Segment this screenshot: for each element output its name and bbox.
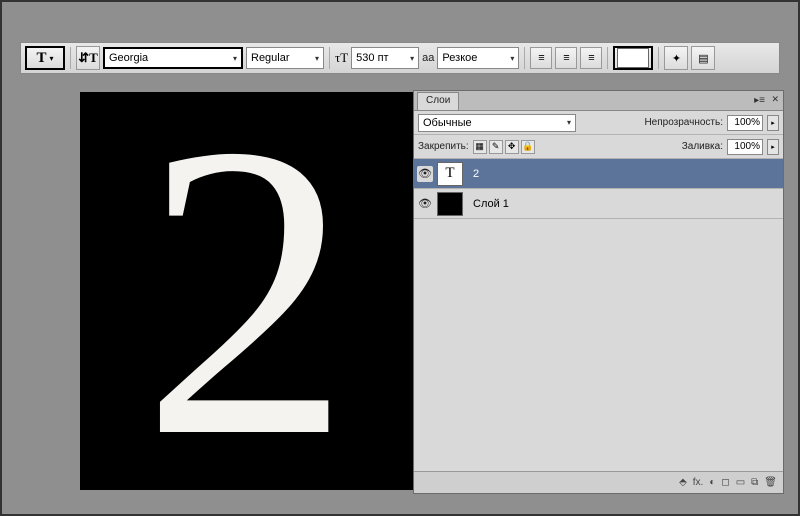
lock-pixels-icon[interactable]: ▦ [473,140,487,154]
separator [70,47,71,69]
character-panel-button[interactable]: ▤ [691,46,715,70]
font-style-value: Regular [251,52,290,64]
mask-icon[interactable]: ◐ [709,477,715,488]
orientation-icon: ⇵T [78,50,98,66]
layer-name: Слой 1 [467,198,509,210]
lock-brush-icon[interactable]: ✎ [489,140,503,154]
adjustment-icon[interactable]: ◻ [721,477,729,488]
blend-mode-value: Обычные [423,117,472,129]
options-toolbar: T ▾ ⇵T Georgia ▾ Regular ▾ τT 530 пт ▾ a… [20,42,780,74]
antialias-dropdown[interactable]: Резкое ▾ [437,47,519,69]
align-center-icon: ≡ [563,52,569,64]
chevron-down-icon: ▾ [567,118,571,127]
fx-icon[interactable]: fx. [693,477,704,488]
separator [607,47,608,69]
blend-mode-dropdown[interactable]: Обычные ▾ [418,114,576,132]
lock-all-icon[interactable]: 🔒 [521,140,535,154]
antialias-label: aa [422,52,434,64]
text-tool-icon: T [36,50,46,67]
warp-text-button[interactable]: ✦ [664,46,688,70]
layers-panel-footer: ⬘ fx. ◐ ◻ ▭ ⧉ 🗑 [414,471,783,493]
fill-input[interactable] [727,139,763,155]
lock-label: Закрепить: [418,141,469,152]
layer-name: 2 [467,168,479,180]
opacity-input[interactable] [727,115,763,131]
delete-layer-icon[interactable]: 🗑 [764,477,777,488]
blend-opacity-row: Обычные ▾ Непрозрачность: ▸ [414,111,783,135]
separator [524,47,525,69]
panel-close-icon[interactable]: ✕ [771,94,779,105]
fill-flyout-button[interactable]: ▸ [767,139,779,155]
align-left-button[interactable]: ≡ [530,47,552,69]
font-size-dropdown[interactable]: 530 пт ▾ [351,47,419,69]
text-tool-button[interactable]: T ▾ [25,46,65,70]
align-right-button[interactable]: ≡ [580,47,602,69]
layer-row[interactable]: 👁 Слой 1 [414,189,783,219]
layer-thumbnail-text: T [437,162,463,186]
separator [658,47,659,69]
warp-icon: ✦ [672,52,681,65]
font-family-value: Georgia [109,52,148,64]
visibility-toggle[interactable]: 👁 [417,196,433,212]
fill-label: Заливка: [682,141,723,152]
font-style-dropdown[interactable]: Regular ▾ [246,47,324,69]
font-size-value: 530 пт [356,52,388,64]
color-swatch [617,48,649,68]
size-icon: τT [335,50,348,66]
text-color-button[interactable] [613,46,653,70]
opacity-flyout-button[interactable]: ▸ [767,115,779,131]
chevron-down-icon: ▾ [233,54,237,63]
canvas-text-glyph: 2 [142,92,352,490]
layers-list: 👁 T 2 👁 Слой 1 [414,159,783,471]
antialias-value: Резкое [442,52,477,64]
orientation-button[interactable]: ⇵T [76,46,100,70]
visibility-toggle[interactable]: 👁 [417,166,433,182]
chevron-down-icon: ▾ [315,54,319,63]
dropdown-arrow-icon: ▾ [50,54,54,63]
panel-tabbar: Слои ▸≡ ✕ [414,91,783,111]
new-layer-icon[interactable]: ⧉ [751,477,758,488]
layer-row[interactable]: 👁 T 2 [414,159,783,189]
panel-icon: ▤ [698,52,708,65]
group-icon[interactable]: ▭ [736,477,745,488]
font-family-dropdown[interactable]: Georgia ▾ [103,47,243,69]
document-canvas[interactable]: 2 [80,92,413,490]
align-right-icon: ≡ [588,52,594,64]
panel-menu-icon[interactable]: ▸≡ [754,95,765,106]
layers-panel: Слои ▸≡ ✕ Обычные ▾ Непрозрачность: ▸ За… [413,90,784,494]
layer-thumbnail-raster [437,192,463,216]
align-center-button[interactable]: ≡ [555,47,577,69]
align-left-icon: ≡ [538,52,544,64]
link-layers-icon[interactable]: ⬘ [679,477,687,488]
separator [329,47,330,69]
chevron-down-icon: ▾ [510,54,514,63]
lock-move-icon[interactable]: ✥ [505,140,519,154]
lock-fill-row: Закрепить: ▦ ✎ ✥ 🔒 Заливка: ▸ [414,135,783,159]
chevron-down-icon: ▾ [410,54,414,63]
layers-tab[interactable]: Слои [417,92,459,110]
opacity-label: Непрозрачность: [644,117,723,128]
lock-icons-group: ▦ ✎ ✥ 🔒 [473,140,535,154]
